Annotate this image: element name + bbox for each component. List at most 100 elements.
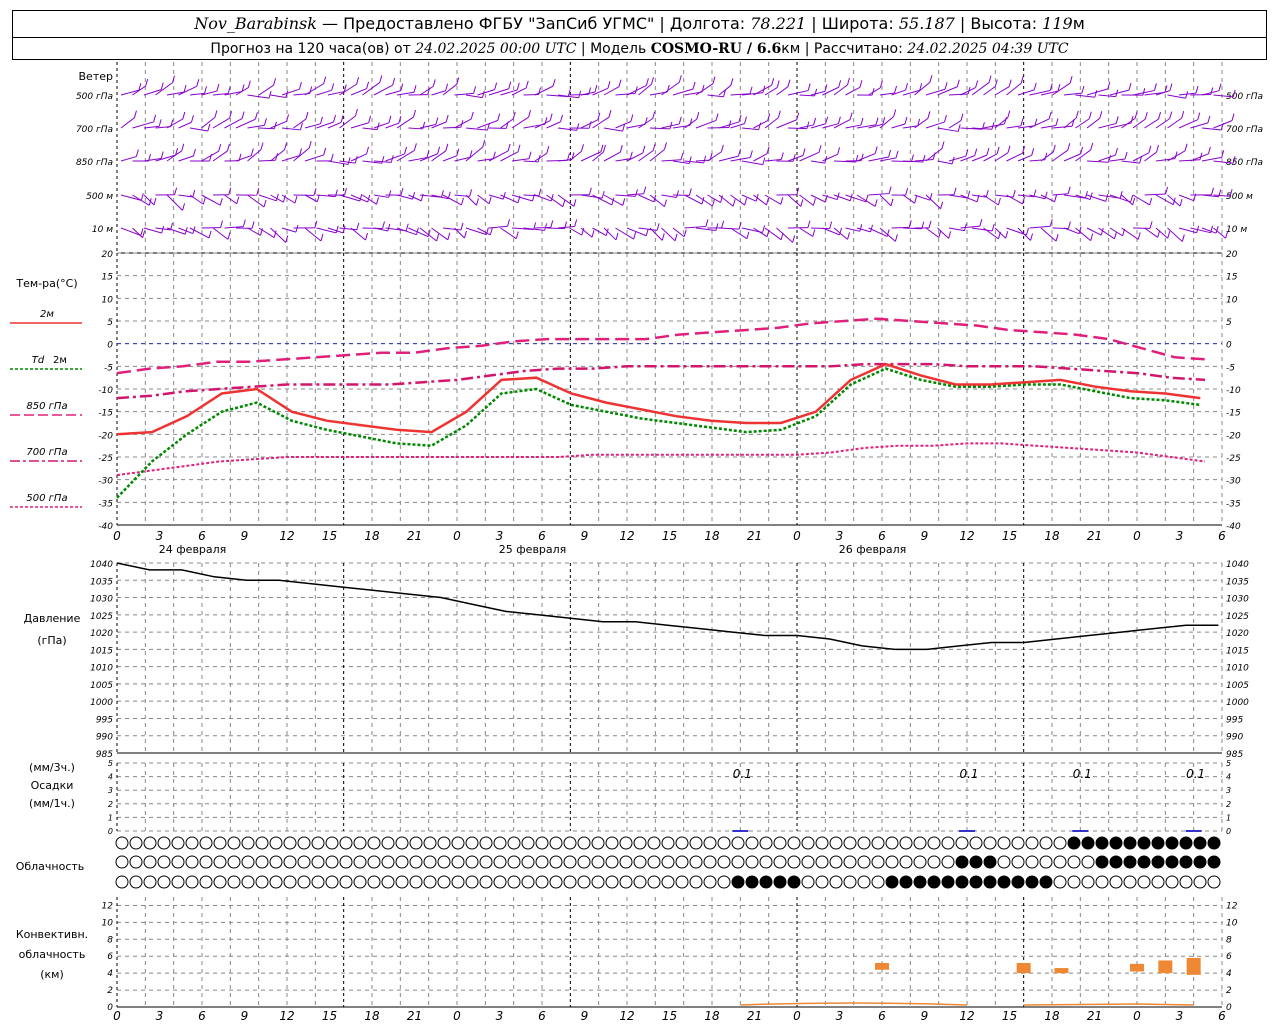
cloud-cover-circle [465, 836, 479, 850]
wind-barb [327, 227, 344, 234]
wind-barb [1052, 125, 1073, 129]
wind-barb [442, 84, 458, 96]
temp-tick-right: 10 [1226, 295, 1238, 305]
wind-barb-feather [335, 225, 339, 234]
cloud-cover-circle [157, 855, 171, 869]
wind-barb [868, 87, 881, 96]
wind-barb-feather [780, 152, 784, 160]
cloud-cover-circle [241, 855, 255, 869]
wind-barb-feather [330, 153, 334, 161]
cloud-cover-circle [787, 875, 801, 889]
cloud-cover-circle [899, 855, 913, 869]
wind-barb [707, 94, 724, 98]
x-tick-label: 0 [453, 529, 461, 543]
wind-barb [741, 160, 763, 166]
wind-barb-feather [320, 233, 324, 242]
wind-barb-feather [787, 79, 791, 87]
cloud-cover-circle [1039, 855, 1053, 869]
wind-barb-feather [1090, 233, 1094, 241]
wind-barb-feather [388, 190, 392, 198]
x-date-label: 25 февраля [499, 543, 567, 556]
wind-barb-feather [847, 77, 850, 86]
wind-barb-feather [354, 156, 358, 164]
wind-barb-feather [546, 146, 550, 154]
cloud-cover-circle [843, 836, 857, 850]
wind-barb-feather [812, 229, 816, 237]
wind-barb [983, 194, 999, 206]
wind-barb-feather [426, 150, 430, 158]
wind-barb [1201, 127, 1222, 131]
wind-barb-feather [1218, 83, 1222, 91]
wind-barb [235, 87, 249, 96]
x-tick-label: 15 [322, 529, 337, 543]
wind-barb-feather [683, 229, 687, 237]
wind-barb [1109, 89, 1130, 96]
conv-cloud-bar [1054, 968, 1069, 974]
wind-barb [925, 148, 943, 162]
wind-barb-feather [1100, 228, 1104, 236]
wind-barb-feather [482, 139, 486, 148]
wind-barb-feather [366, 146, 370, 155]
cloud-cover-circle [535, 875, 549, 889]
wind-barb [247, 194, 265, 208]
pressure-tick-right: 1005 [1226, 681, 1249, 691]
wind-barb-feather [715, 223, 719, 231]
x-tick-label: 6 [538, 529, 546, 543]
wind-barb-feather [792, 235, 796, 243]
cloud-cover-circle [1053, 875, 1067, 889]
wind-barb [810, 194, 826, 203]
wind-barb-feather [744, 197, 748, 206]
pressure-tick-left: 1010 [90, 664, 113, 674]
precip-tick-right: 5 [1226, 759, 1231, 768]
wind-barb [511, 116, 529, 129]
wind-barb [937, 127, 959, 132]
pressure-tick-right: 1000 [1226, 698, 1249, 708]
wind-barb-feather [948, 231, 952, 239]
wind-barb-feather [1181, 110, 1185, 119]
cloud-cover-circle [493, 855, 507, 869]
wind-barb-feather [254, 112, 258, 120]
wind-barb-feather [941, 141, 945, 149]
wind-barb [672, 227, 685, 238]
x-tick-label: 9 [241, 529, 249, 543]
wind-barb-feather [859, 224, 863, 232]
wind-barb-feather [771, 78, 775, 86]
x-tick-label-bottom: 3 [156, 1009, 164, 1023]
wind-barb-feather [562, 199, 566, 207]
wind-barb [1144, 118, 1159, 129]
cloud-cover-circle [871, 836, 885, 850]
wind-barb-feather [581, 144, 584, 152]
wind-barb-feather [608, 110, 612, 118]
cloud-cover-circle [913, 836, 927, 850]
cloud-cover-circle [871, 875, 885, 889]
wind-barb-feather [507, 219, 511, 227]
wind-barb-feather [870, 224, 874, 232]
pressure-tick-left: 1040 [90, 560, 113, 570]
wind-barb-feather [1007, 110, 1011, 118]
wind-barb-feather [991, 223, 995, 232]
wind-barb-feather [392, 78, 396, 86]
wind-barb-feather [273, 78, 277, 86]
cloud-cover-circle [479, 875, 493, 889]
conv-tick-left: 8 [107, 935, 113, 945]
wind-barb-feather [1105, 194, 1109, 202]
wind-barb-feather [956, 79, 960, 87]
x-tick-label: 21 [407, 529, 422, 543]
cloud-cover-circle [1151, 855, 1165, 869]
pressure-tick-left: 1015 [90, 646, 113, 656]
cloud-cover-circle [661, 855, 675, 869]
x-tick-label: 21 [747, 529, 762, 543]
wind-barb-feather [629, 151, 633, 159]
wind-barb [120, 227, 142, 236]
wind-barb [212, 227, 229, 240]
wind-barb [960, 155, 975, 162]
wind-barb-feather [712, 76, 716, 84]
cloud-cover-circle [115, 855, 129, 869]
cloud-cover-circle [479, 855, 493, 869]
wind-barb-feather [985, 190, 989, 198]
wind-barb-feather [158, 119, 162, 127]
wind-barb [776, 119, 797, 129]
cloud-cover-circle [983, 836, 997, 850]
wind-barb-feather [1030, 233, 1034, 241]
wind-barb [270, 120, 287, 129]
